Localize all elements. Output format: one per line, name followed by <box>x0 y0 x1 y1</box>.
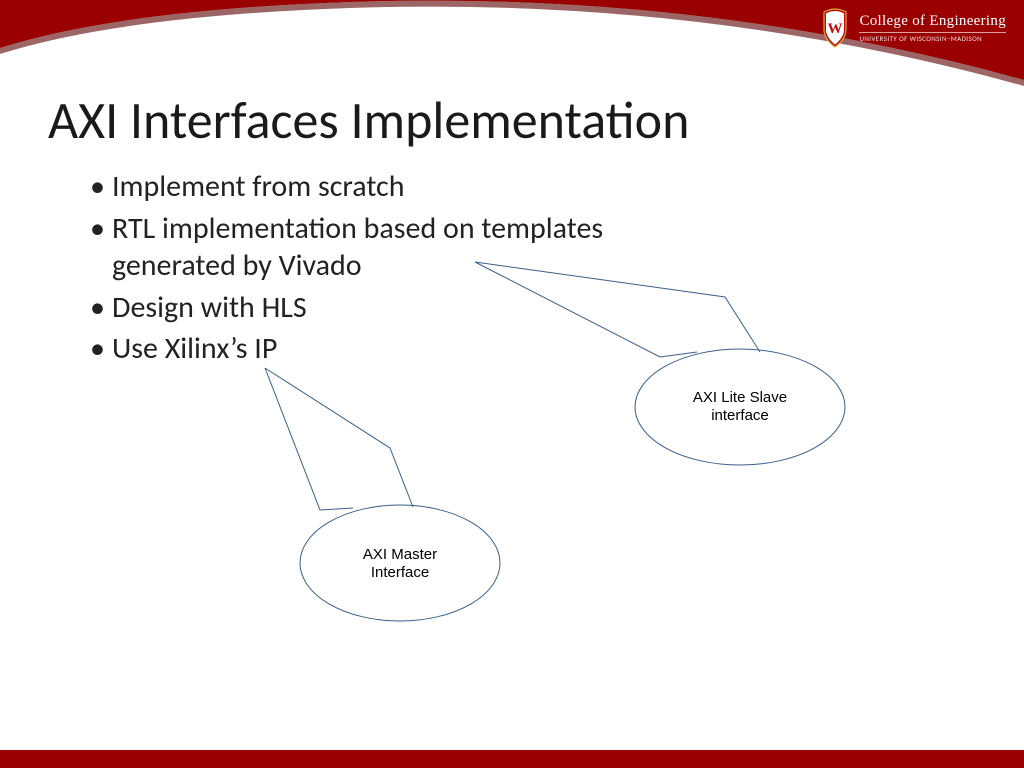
crest-icon: W <box>821 8 849 48</box>
slide: W College of Engineering UNIVERSITY OF W… <box>0 0 1024 768</box>
footer-bar <box>0 750 1024 768</box>
university-name: UNIVERSITY OF WISCONSIN–MADISON <box>859 32 1006 42</box>
callout-axi-master: AXI Master Interface <box>215 368 535 628</box>
crest-letter: W <box>828 21 843 37</box>
header-logo: W College of Engineering UNIVERSITY OF W… <box>821 8 1006 48</box>
callout-label: AXI Master Interface <box>355 546 445 582</box>
callout-label: AXI Lite Slave interface <box>685 389 795 425</box>
callout-axi-lite: AXI Lite Slave interface <box>475 262 875 482</box>
slide-title: AXI Interfaces Implementation <box>48 88 689 152</box>
bullet-item: Implement from scratch <box>90 168 730 206</box>
college-name: College of Engineering <box>859 14 1006 30</box>
header-text: College of Engineering UNIVERSITY OF WIS… <box>859 14 1006 42</box>
